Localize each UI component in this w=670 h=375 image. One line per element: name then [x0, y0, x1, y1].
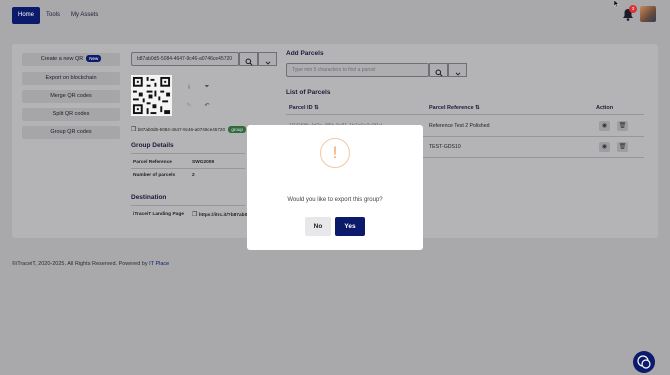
no-button[interactable]: No — [305, 217, 331, 236]
export-confirm-dialog: ! Would you like to export this group? N… — [247, 125, 423, 250]
dialog-message: Would you like to export this group? — [287, 197, 383, 203]
warning-icon: ! — [320, 138, 350, 168]
yes-button[interactable]: Yes — [335, 217, 365, 236]
modal-overlay: ! Would you like to export this group? N… — [0, 0, 670, 375]
